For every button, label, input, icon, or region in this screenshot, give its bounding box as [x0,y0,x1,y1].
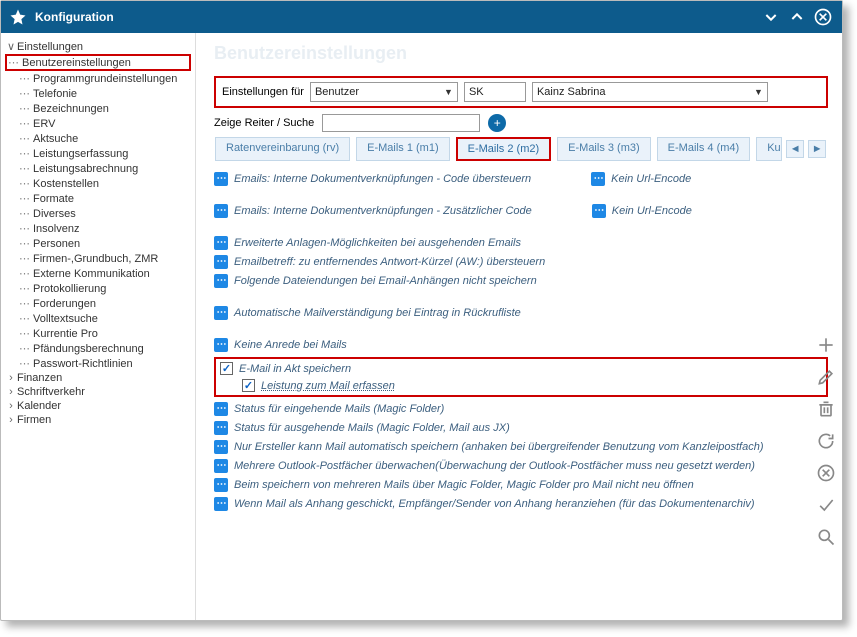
sidebar-item[interactable]: ⋯Protokollierung [5,281,191,296]
info-icon: ⋯ [214,172,228,186]
info-icon: ⋯ [591,172,605,186]
confirm-action[interactable] [814,493,838,517]
tab[interactable]: Kur [756,137,782,161]
setting-label: Status für eingehende Mails (Magic Folde… [234,403,444,415]
tab[interactable]: E-Mails 2 (m2) [456,137,552,161]
tabs-scroll-left[interactable]: ◄ [786,140,804,158]
info-icon: ⋯ [214,421,228,435]
sidebar-item[interactable]: ⋯Pfändungsberechnung [5,341,191,356]
add-action[interactable] [814,333,838,357]
sidebar-item[interactable]: ⋯Leistungsabrechnung [5,161,191,176]
sidebar-group[interactable]: ›Finanzen [5,371,191,385]
sidebar-item[interactable]: ⋯Forderungen [5,296,191,311]
info-icon: ⋯ [214,478,228,492]
setting-label: Folgende Dateiendungen bei Email-Anhänge… [234,275,537,287]
chevron-down-icon: ▼ [754,87,763,97]
sidebar-item[interactable]: ⋯Insolvenz [5,221,191,236]
tab[interactable]: E-Mails 1 (m1) [356,137,450,161]
info-icon: ⋯ [214,204,228,218]
select-code[interactable]: SK [464,82,526,102]
sidebar-item[interactable]: ⋯Telefonie [5,86,191,101]
filter-bar: Einstellungen für Benutzer▼ SK Kainz Sab… [214,76,828,108]
setting-label: Leistung zum Mail erfassen [261,380,395,392]
setting-label: Emails: Interne Dokumentverknüpfungen - … [234,205,532,217]
tab[interactable]: E-Mails 4 (m4) [657,137,751,161]
setting-label: Erweiterte Anlagen-Möglichkeiten bei aus… [234,237,521,249]
sidebar-group[interactable]: ›Firmen [5,413,191,427]
select-user[interactable]: Kainz Sabrina▼ [532,82,768,102]
sidebar-item[interactable]: ⋯Programmgrundeinstellungen [5,71,191,86]
sidebar-item[interactable]: ⋯Diverses [5,206,191,221]
close-button[interactable] [812,6,834,28]
window-title: Konfiguration [35,10,756,24]
sidebar-item-benutzereinstellungen[interactable]: ⋯Benutzereinstellungen [5,54,191,71]
setting-label: Emails: Interne Dokumentverknüpfungen - … [234,173,531,185]
tree-root[interactable]: ∨Einstellungen [5,39,191,54]
sidebar-item[interactable]: ⋯Kurrentie Pro [5,326,191,341]
sidebar-item[interactable]: ⋯Leistungserfassung [5,146,191,161]
delete-action[interactable] [814,397,838,421]
collapse-down-button[interactable] [760,6,782,28]
info-icon: ⋯ [214,459,228,473]
cancel-action[interactable] [814,461,838,485]
checkbox-leistung-mail[interactable]: ✓ [242,379,255,392]
setting-label: Keine Anrede bei Mails [234,339,347,351]
info-icon: ⋯ [214,338,228,352]
select-type[interactable]: Benutzer▼ [310,82,458,102]
edit-action[interactable] [814,365,838,389]
search-label: Zeige Reiter / Suche [214,117,314,129]
setting-label: Wenn Mail als Anhang geschickt, Empfänge… [234,498,755,510]
setting-label: Nur Ersteller kann Mail automatisch spei… [234,441,764,453]
info-icon: ⋯ [214,274,228,288]
sidebar-item[interactable]: ⋯Formate [5,191,191,206]
info-icon: ⋯ [214,402,228,416]
sidebar-item[interactable]: ⋯Externe Kommunikation [5,266,191,281]
info-icon: ⋯ [214,440,228,454]
setting-label: Status für ausgehende Mails (Magic Folde… [234,422,510,434]
setting-label: Mehrere Outlook-Postfächer überwachen(Üb… [234,460,755,472]
chevron-down-icon: ▼ [444,87,453,97]
setting-label: Automatische Mailverständigung bei Eintr… [234,307,521,319]
setting-label: Kein Url-Encode [612,205,692,217]
refresh-action[interactable] [814,429,838,453]
side-action-bar [814,333,838,549]
collapse-up-button[interactable] [786,6,808,28]
info-icon: ⋯ [592,204,606,218]
sidebar: ∨Einstellungen ⋯Benutzereinstellungen ⋯P… [1,33,196,620]
setting-label: Beim speichern von mehreren Mails über M… [234,479,694,491]
setting-label: Kein Url-Encode [611,173,691,185]
sidebar-item[interactable]: ⋯Volltextsuche [5,311,191,326]
sidebar-item[interactable]: ⋯Personen [5,236,191,251]
setting-label: Emailbetreff: zu entfernendes Antwort-Kü… [234,256,545,268]
tab[interactable]: E-Mails 3 (m3) [557,137,651,161]
sidebar-group[interactable]: ›Schriftverkehr [5,385,191,399]
search-input[interactable] [322,114,480,132]
add-button[interactable]: + [488,114,506,132]
setting-label: E-Mail in Akt speichern [239,363,351,375]
sidebar-item[interactable]: ⋯Bezeichnungen [5,101,191,116]
sidebar-item[interactable]: ⋯Aktsuche [5,131,191,146]
page-title: Benutzereinstellungen [214,43,828,64]
info-icon: ⋯ [214,236,228,250]
sidebar-group[interactable]: ›Kalender [5,399,191,413]
star-icon [9,8,27,26]
sidebar-item[interactable]: ⋯Passwort-Richtlinien [5,356,191,371]
search-action[interactable] [814,525,838,549]
checkbox-email-akt[interactable]: ✓ [220,362,233,375]
info-icon: ⋯ [214,497,228,511]
sidebar-item[interactable]: ⋯Firmen-,Grundbuch, ZMR [5,251,191,266]
filter-label: Einstellungen für [222,86,304,98]
info-icon: ⋯ [214,306,228,320]
tab[interactable]: Ratenvereinbarung (rv) [215,137,350,161]
sidebar-item[interactable]: ⋯Kostenstellen [5,176,191,191]
sidebar-item[interactable]: ⋯ERV [5,116,191,131]
highlighted-settings-group: ✓ E-Mail in Akt speichern ✓ Leistung zum M… [214,357,828,397]
info-icon: ⋯ [214,255,228,269]
tabs-scroll-right[interactable]: ► [808,140,826,158]
